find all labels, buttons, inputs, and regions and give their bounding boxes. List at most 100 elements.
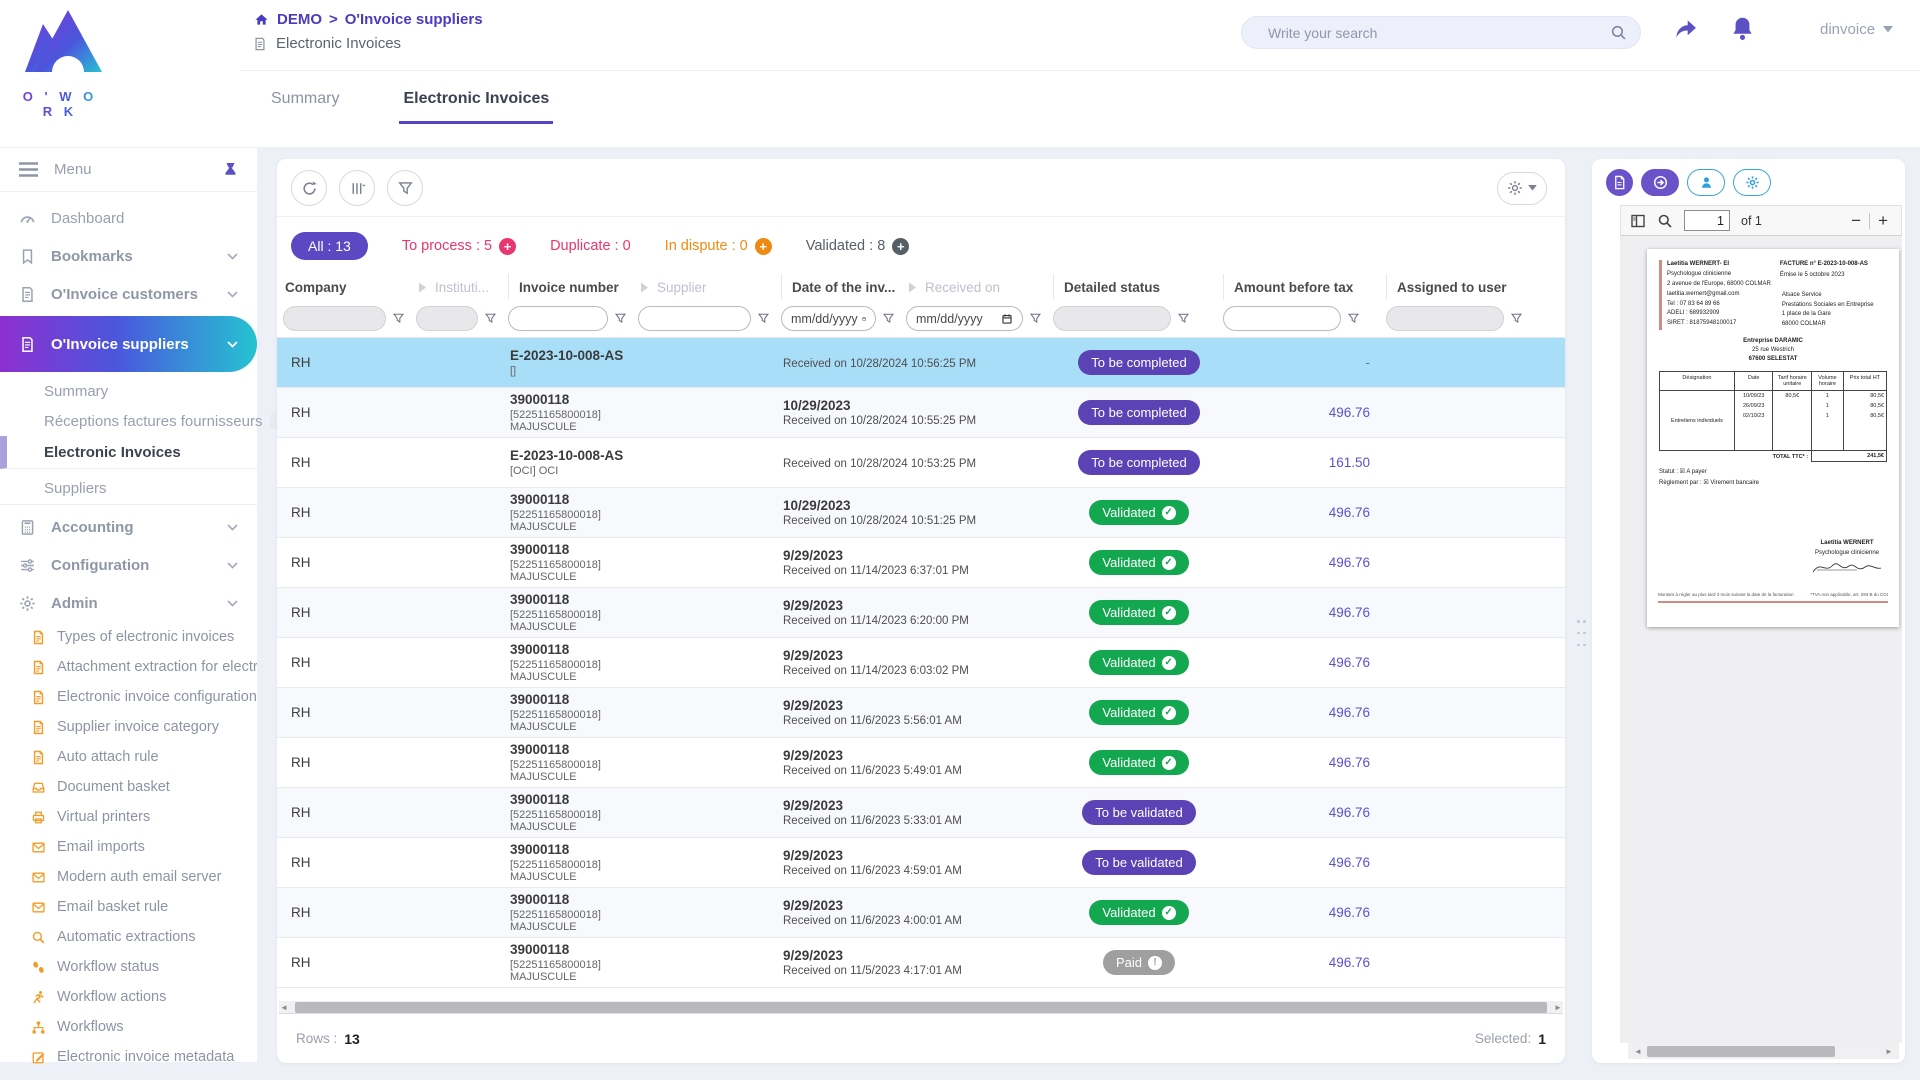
funnel-icon[interactable] [1177, 312, 1190, 325]
sidebar-item-auto-attach-rule[interactable]: Auto attach rule [0, 742, 257, 772]
table-row[interactable]: RHE-2023-10-008-AS[]Received on 10/28/20… [277, 338, 1565, 388]
sidebar-item-email-basket-rule[interactable]: Email basket rule [0, 892, 257, 922]
table-row[interactable]: RH39000118[52251165800018] MAJUSCULE9/29… [277, 888, 1565, 938]
column-header-invoice-number[interactable]: Invoice number [508, 274, 638, 300]
sidebar-item-document-basket[interactable]: Document basket [0, 772, 257, 802]
search-icon[interactable] [1657, 213, 1673, 229]
columns-button[interactable] [339, 170, 375, 206]
sidebar-item-electronic-invoice-metadata[interactable]: Electronic invoice metadata [0, 1042, 257, 1072]
amount-link[interactable]: 496.76 [1329, 955, 1370, 970]
filter-date-input-received-on[interactable]: mm/dd/yyyy [906, 306, 1023, 331]
tab-electronic-invoices[interactable]: Electronic Invoices [399, 82, 553, 124]
sidebar-item-types-of-electronic-invoices[interactable]: Types of electronic invoices [0, 622, 257, 652]
filter-date-input-date-of-the-inv[interactable]: mm/dd/yyyy [781, 306, 876, 331]
table-row[interactable]: RH39000118[52251165800018] MAJUSCULE9/29… [277, 788, 1565, 838]
breadcrumb-root[interactable]: DEMO [277, 11, 322, 28]
column-header-detailed-status[interactable]: Detailed status [1053, 274, 1223, 300]
page-number-input[interactable] [1684, 210, 1730, 231]
toggle-sidebar-icon[interactable] [1630, 213, 1646, 229]
sidebar-item-suppliers[interactable]: Suppliers [0, 472, 257, 505]
sidebar-item-supplier-invoice-category[interactable]: Supplier invoice category [0, 712, 257, 742]
column-header-company[interactable]: Company [283, 274, 416, 300]
sidebar-item-accounting[interactable]: Accounting [0, 508, 257, 546]
scroll-left-icon[interactable]: ◄ [279, 1003, 289, 1012]
amount-link[interactable]: 496.76 [1329, 755, 1370, 770]
pin-icon[interactable] [223, 162, 238, 178]
scroll-left-icon[interactable]: ◄ [1633, 1047, 1643, 1056]
sidebar-item-workflow-status[interactable]: Workflow status [0, 952, 257, 982]
table-row[interactable]: RH39000118[52251165800018] MAJUSCULE9/29… [277, 538, 1565, 588]
filter-input-assigned-to-user[interactable] [1386, 306, 1504, 331]
assign-user-button[interactable] [1687, 169, 1725, 196]
scrollbar-thumb[interactable] [1647, 1046, 1835, 1057]
hamburger-menu-icon[interactable] [19, 162, 38, 177]
tab-summary[interactable]: Summary [267, 82, 343, 124]
search-input[interactable] [1242, 25, 1610, 41]
search-icon[interactable] [1610, 24, 1627, 41]
funnel-icon[interactable] [614, 312, 627, 325]
bell-icon[interactable] [1729, 15, 1756, 42]
filter-button[interactable] [387, 170, 423, 206]
sidebar-item-workflow-actions[interactable]: Workflow actions [0, 982, 257, 1012]
sidebar-item-workflows[interactable]: Workflows [0, 1012, 257, 1042]
sidebar-item-r-ceptions-factures-fournisseurs[interactable]: Réceptions factures fournisseurs0 [0, 406, 257, 436]
sidebar-item-o-invoice-customers[interactable]: O'Invoice customers [0, 275, 257, 313]
column-header-date-of-the-inv[interactable]: Date of the inv... [781, 274, 906, 300]
sidebar-item-electronic-invoice-configuration[interactable]: Electronic invoice configuration [0, 682, 257, 712]
amount-link[interactable]: 496.76 [1329, 505, 1370, 520]
filter-input-supplier[interactable] [638, 306, 751, 331]
plus-icon[interactable]: + [755, 238, 772, 255]
column-header-received-on[interactable]: Received on [906, 274, 1053, 300]
table-row[interactable]: RH39000118[52251165800018] MAJUSCULE9/29… [277, 588, 1565, 638]
filter-chip-validated[interactable]: Validated : 8+ [806, 238, 910, 255]
scroll-right-icon[interactable]: ► [1884, 1047, 1894, 1056]
filter-chip-in-dispute[interactable]: In dispute : 0+ [665, 238, 772, 255]
funnel-icon[interactable] [1347, 312, 1360, 325]
filter-input-amount-before-tax[interactable] [1223, 306, 1341, 331]
table-row[interactable]: RH39000118[52251165800018] MAJUSCULE9/29… [277, 688, 1565, 738]
plus-icon[interactable]: + [892, 238, 909, 255]
scrollbar-thumb[interactable] [295, 1002, 1547, 1013]
column-header-amount-before-tax[interactable]: Amount before tax [1223, 274, 1386, 300]
sidebar-item-configuration[interactable]: Configuration [0, 546, 257, 584]
amount-link[interactable]: 496.76 [1329, 855, 1370, 870]
filter-input-instituti[interactable] [416, 306, 478, 331]
funnel-icon[interactable] [757, 312, 770, 325]
column-header-instituti[interactable]: Instituti... [416, 274, 508, 300]
filter-chip-duplicate[interactable]: Duplicate : 0 [550, 238, 631, 254]
sidebar-item-electronic-invoices[interactable]: Electronic Invoices [0, 436, 257, 469]
sidebar-item-dashboard[interactable]: Dashboard [0, 199, 257, 237]
sidebar-item-o-invoice-suppliers[interactable]: O'Invoice suppliers [0, 316, 257, 372]
table-row[interactable]: RH39000118[52251165800018] MAJUSCULE9/29… [277, 638, 1565, 688]
sidebar-item-bookmarks[interactable]: Bookmarks [0, 237, 257, 275]
zoom-out-icon[interactable]: − [1851, 212, 1861, 229]
funnel-icon[interactable] [392, 312, 405, 325]
table-row[interactable]: RH39000118[52251165800018] MAJUSCULE10/2… [277, 488, 1565, 538]
open-document-button[interactable] [1641, 169, 1679, 196]
sidebar-item-attachment-extraction-for-electron[interactable]: Attachment extraction for electron [0, 652, 257, 682]
funnel-icon[interactable] [882, 312, 895, 325]
sidebar-item-virtual-printers[interactable]: Virtual printers [0, 802, 257, 832]
sidebar-item-modern-auth-email-server[interactable]: Modern auth email server [0, 862, 257, 892]
pdf-page[interactable]: Laetitia WERNERT- EIPsychologue clinicie… [1647, 249, 1899, 627]
amount-link[interactable]: 496.76 [1329, 555, 1370, 570]
plus-icon[interactable]: + [499, 238, 516, 255]
sidebar-item-automatic-extractions[interactable]: Automatic extractions [0, 922, 257, 952]
column-header-assigned-to-user[interactable]: Assigned to user [1386, 274, 1565, 300]
amount-link[interactable]: 496.76 [1329, 655, 1370, 670]
filter-chip-to-process[interactable]: To process : 5+ [402, 238, 516, 255]
pdf-view-button[interactable] [1606, 169, 1633, 196]
filter-input-detailed-status[interactable] [1053, 306, 1171, 331]
table-settings-button[interactable] [1497, 172, 1547, 205]
filter-input-company[interactable] [283, 306, 386, 331]
amount-link[interactable]: 496.76 [1329, 905, 1370, 920]
table-row[interactable]: RH39000118[52251165800018] MAJUSCULE9/29… [277, 938, 1565, 988]
amount-link[interactable]: 496.76 [1329, 605, 1370, 620]
sidebar-item-admin[interactable]: Admin [0, 584, 257, 622]
scroll-right-icon[interactable]: ► [1553, 1003, 1563, 1012]
amount-link[interactable]: 496.76 [1329, 705, 1370, 720]
sidebar-item-summary[interactable]: Summary [0, 376, 257, 406]
funnel-icon[interactable] [484, 312, 497, 325]
amount-link[interactable]: 496.76 [1329, 405, 1370, 420]
share-icon[interactable] [1672, 16, 1699, 43]
